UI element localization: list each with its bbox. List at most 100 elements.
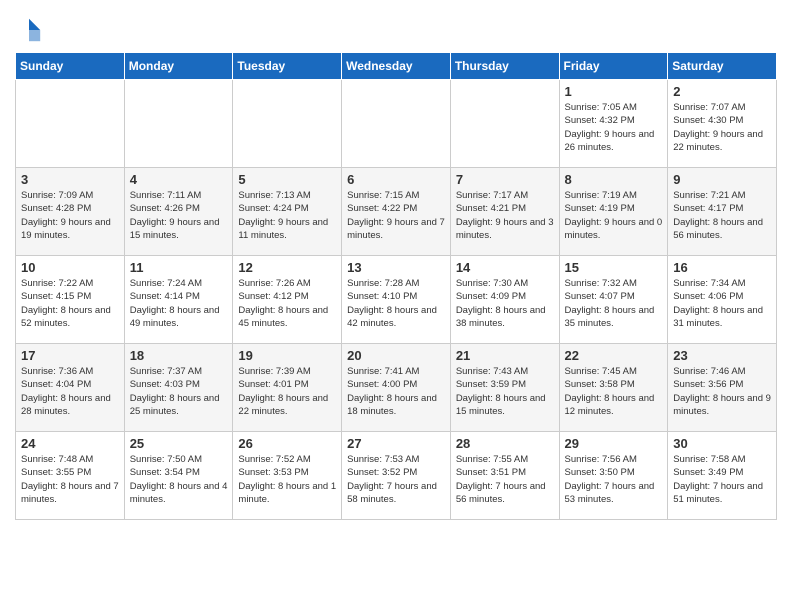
day-number: 23 [673, 348, 771, 363]
day-info: Sunrise: 7:56 AM Sunset: 3:50 PM Dayligh… [565, 453, 663, 506]
day-info: Sunrise: 7:19 AM Sunset: 4:19 PM Dayligh… [565, 189, 663, 242]
day-number: 17 [21, 348, 119, 363]
calendar-cell: 9 Sunrise: 7:21 AM Sunset: 4:17 PM Daylig… [668, 168, 777, 256]
weekday-header: Thursday [450, 53, 559, 80]
day-info: Sunrise: 7:24 AM Sunset: 4:14 PM Dayligh… [130, 277, 228, 330]
calendar-cell: 20 Sunrise: 7:41 AM Sunset: 4:00 PM Dayli… [342, 344, 451, 432]
day-info: Sunrise: 7:13 AM Sunset: 4:24 PM Dayligh… [238, 189, 336, 242]
calendar-cell: 16Sunrise: 7:34 AM Sunset: 4:06 PM Dayli… [668, 256, 777, 344]
calendar-cell: 26 Sunrise: 7:52 AM Sunset: 3:53 PM Dayli… [233, 432, 342, 520]
calendar-cell: 24Sunrise: 7:48 AM Sunset: 3:55 PM Dayli… [16, 432, 125, 520]
day-info: Sunrise: 7:22 AM Sunset: 4:15 PM Dayligh… [21, 277, 119, 330]
weekday-header: Saturday [668, 53, 777, 80]
calendar-cell: 17 Sunrise: 7:36 AM Sunset: 4:04 PM Dayli… [16, 344, 125, 432]
calendar-cell: 3 Sunrise: 7:09 AM Sunset: 4:28 PM Daylig… [16, 168, 125, 256]
day-info: Sunrise: 7:11 AM Sunset: 4:26 PM Dayligh… [130, 189, 228, 242]
day-number: 19 [238, 348, 336, 363]
day-number: 2 [673, 84, 771, 99]
day-number: 6 [347, 172, 445, 187]
day-info: Sunrise: 7:07 AM Sunset: 4:30 PM Dayligh… [673, 101, 771, 154]
calendar-week-row: 24Sunrise: 7:48 AM Sunset: 3:55 PM Dayli… [16, 432, 777, 520]
day-number: 27 [347, 436, 445, 451]
day-number: 18 [130, 348, 228, 363]
calendar-cell [450, 80, 559, 168]
calendar-header: SundayMondayTuesdayWednesdayThursdayFrid… [16, 53, 777, 80]
weekday-header: Monday [124, 53, 233, 80]
day-number: 12 [238, 260, 336, 275]
day-info: Sunrise: 7:39 AM Sunset: 4:01 PM Dayligh… [238, 365, 336, 418]
day-number: 15 [565, 260, 663, 275]
calendar-cell: 19 Sunrise: 7:39 AM Sunset: 4:01 PM Dayli… [233, 344, 342, 432]
weekday-header: Wednesday [342, 53, 451, 80]
day-info: Sunrise: 7:28 AM Sunset: 4:10 PM Dayligh… [347, 277, 445, 330]
day-number: 1 [565, 84, 663, 99]
calendar-cell [124, 80, 233, 168]
calendar-cell: 6 Sunrise: 7:15 AM Sunset: 4:22 PM Daylig… [342, 168, 451, 256]
day-number: 10 [21, 260, 119, 275]
calendar-cell: 18 Sunrise: 7:37 AM Sunset: 4:03 PM Dayli… [124, 344, 233, 432]
day-number: 20 [347, 348, 445, 363]
calendar-cell: 27 Sunrise: 7:53 AM Sunset: 3:52 PM Dayli… [342, 432, 451, 520]
calendar-cell [16, 80, 125, 168]
day-info: Sunrise: 7:50 AM Sunset: 3:54 PM Dayligh… [130, 453, 228, 506]
day-info: Sunrise: 7:58 AM Sunset: 3:49 PM Dayligh… [673, 453, 771, 506]
day-info: Sunrise: 7:52 AM Sunset: 3:53 PM Dayligh… [238, 453, 336, 506]
day-info: Sunrise: 7:15 AM Sunset: 4:22 PM Dayligh… [347, 189, 445, 242]
weekday-row: SundayMondayTuesdayWednesdayThursdayFrid… [16, 53, 777, 80]
calendar-week-row: 10 Sunrise: 7:22 AM Sunset: 4:15 PM Dayli… [16, 256, 777, 344]
calendar-cell [233, 80, 342, 168]
day-number: 21 [456, 348, 554, 363]
calendar: SundayMondayTuesdayWednesdayThursdayFrid… [15, 52, 777, 520]
calendar-cell: 1 Sunrise: 7:05 AM Sunset: 4:32 PM Daylig… [559, 80, 668, 168]
calendar-week-row: 17 Sunrise: 7:36 AM Sunset: 4:04 PM Dayli… [16, 344, 777, 432]
day-number: 7 [456, 172, 554, 187]
day-info: Sunrise: 7:36 AM Sunset: 4:04 PM Dayligh… [21, 365, 119, 418]
day-info: Sunrise: 7:34 AM Sunset: 4:06 PM Dayligh… [673, 277, 771, 330]
day-number: 13 [347, 260, 445, 275]
calendar-cell: 8 Sunrise: 7:19 AM Sunset: 4:19 PM Daylig… [559, 168, 668, 256]
day-info: Sunrise: 7:46 AM Sunset: 3:56 PM Dayligh… [673, 365, 771, 418]
calendar-cell: 12 Sunrise: 7:26 AM Sunset: 4:12 PM Dayli… [233, 256, 342, 344]
day-number: 9 [673, 172, 771, 187]
weekday-header: Tuesday [233, 53, 342, 80]
day-info: Sunrise: 7:41 AM Sunset: 4:00 PM Dayligh… [347, 365, 445, 418]
weekday-header: Friday [559, 53, 668, 80]
calendar-cell: 22 Sunrise: 7:45 AM Sunset: 3:58 PM Dayli… [559, 344, 668, 432]
calendar-week-row: 1 Sunrise: 7:05 AM Sunset: 4:32 PM Daylig… [16, 80, 777, 168]
day-info: Sunrise: 7:09 AM Sunset: 4:28 PM Dayligh… [21, 189, 119, 242]
day-number: 5 [238, 172, 336, 187]
day-number: 24 [21, 436, 119, 451]
calendar-cell: 15 Sunrise: 7:32 AM Sunset: 4:07 PM Dayli… [559, 256, 668, 344]
calendar-cell: 5 Sunrise: 7:13 AM Sunset: 4:24 PM Daylig… [233, 168, 342, 256]
calendar-cell: 4 Sunrise: 7:11 AM Sunset: 4:26 PM Daylig… [124, 168, 233, 256]
day-number: 22 [565, 348, 663, 363]
day-number: 4 [130, 172, 228, 187]
day-number: 11 [130, 260, 228, 275]
calendar-cell: 25Sunrise: 7:50 AM Sunset: 3:54 PM Dayli… [124, 432, 233, 520]
header [15, 10, 777, 44]
day-info: Sunrise: 7:26 AM Sunset: 4:12 PM Dayligh… [238, 277, 336, 330]
day-info: Sunrise: 7:21 AM Sunset: 4:17 PM Dayligh… [673, 189, 771, 242]
day-number: 3 [21, 172, 119, 187]
logo-icon [15, 16, 43, 44]
day-info: Sunrise: 7:45 AM Sunset: 3:58 PM Dayligh… [565, 365, 663, 418]
calendar-cell: 14 Sunrise: 7:30 AM Sunset: 4:09 PM Dayli… [450, 256, 559, 344]
calendar-cell: 21Sunrise: 7:43 AM Sunset: 3:59 PM Dayli… [450, 344, 559, 432]
calendar-week-row: 3 Sunrise: 7:09 AM Sunset: 4:28 PM Daylig… [16, 168, 777, 256]
calendar-cell: 11 Sunrise: 7:24 AM Sunset: 4:14 PM Dayli… [124, 256, 233, 344]
calendar-cell: 23 Sunrise: 7:46 AM Sunset: 3:56 PM Dayli… [668, 344, 777, 432]
day-number: 28 [456, 436, 554, 451]
calendar-cell: 30Sunrise: 7:58 AM Sunset: 3:49 PM Dayli… [668, 432, 777, 520]
day-info: Sunrise: 7:53 AM Sunset: 3:52 PM Dayligh… [347, 453, 445, 506]
day-info: Sunrise: 7:30 AM Sunset: 4:09 PM Dayligh… [456, 277, 554, 330]
day-number: 8 [565, 172, 663, 187]
day-info: Sunrise: 7:32 AM Sunset: 4:07 PM Dayligh… [565, 277, 663, 330]
day-info: Sunrise: 7:05 AM Sunset: 4:32 PM Dayligh… [565, 101, 663, 154]
day-number: 26 [238, 436, 336, 451]
calendar-cell: 28Sunrise: 7:55 AM Sunset: 3:51 PM Dayli… [450, 432, 559, 520]
day-info: Sunrise: 7:37 AM Sunset: 4:03 PM Dayligh… [130, 365, 228, 418]
calendar-cell: 29 Sunrise: 7:56 AM Sunset: 3:50 PM Dayli… [559, 432, 668, 520]
day-number: 29 [565, 436, 663, 451]
day-info: Sunrise: 7:17 AM Sunset: 4:21 PM Dayligh… [456, 189, 554, 242]
day-number: 14 [456, 260, 554, 275]
